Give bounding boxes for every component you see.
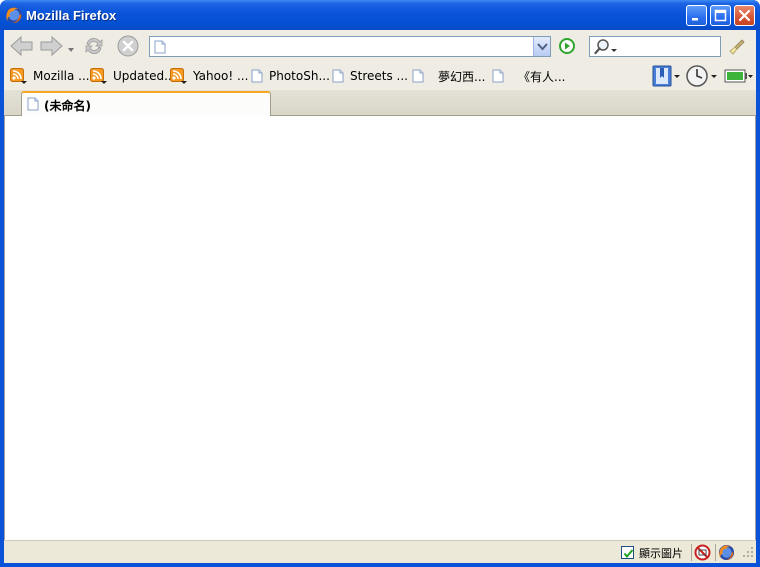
browser-window: Mozilla Firefox Mozilla ... Updated... Y… (0, 0, 760, 567)
bookmark-item[interactable]: Updated... (90, 67, 176, 85)
bookmark-item[interactable]: PhotoSh... (251, 67, 330, 85)
bookmarks-menu-icon[interactable] (652, 65, 682, 90)
rss-icon (10, 67, 27, 84)
firefox-logo-icon (5, 6, 23, 24)
chevron-down-icon[interactable] (67, 42, 75, 56)
browser-client: Mozilla ... Updated... Yahoo! ... PhotoS… (4, 30, 756, 563)
page-icon (27, 97, 39, 114)
broom-icon[interactable] (728, 38, 746, 59)
go-button[interactable] (559, 38, 575, 57)
bookmark-label: Yahoo! ... (193, 69, 249, 83)
battery-icon[interactable] (724, 65, 754, 90)
magnifier-icon[interactable] (594, 38, 618, 59)
close-button[interactable] (734, 5, 755, 26)
minimize-icon (692, 18, 698, 21)
minimize-button[interactable] (686, 5, 707, 26)
search-input[interactable] (620, 38, 718, 55)
bookmark-item[interactable]: 《有人... (492, 67, 565, 85)
maximize-button[interactable] (710, 5, 731, 26)
tab-label: (未命名) (44, 99, 91, 113)
title-bar[interactable]: Mozilla Firefox (0, 0, 760, 30)
bookmark-item[interactable]: Mozilla ... (10, 67, 90, 85)
url-dropdown-button[interactable] (533, 37, 550, 56)
status-bar: 顯示圖片 (4, 540, 756, 563)
maximize-icon (714, 9, 727, 22)
status-divider (715, 544, 716, 561)
bookmark-label: 《有人... (518, 69, 566, 84)
bookmark-item[interactable]: Streets ... (332, 67, 408, 85)
show-images-label: 顯示圖片 (639, 547, 683, 560)
bookmark-item[interactable]: Yahoo! ... (170, 67, 248, 85)
firefox-logo-icon[interactable] (718, 544, 735, 564)
page-icon (251, 69, 263, 83)
checkmark-icon (623, 549, 634, 559)
bookmark-label: Streets ... (350, 69, 408, 83)
close-icon (738, 9, 751, 22)
rss-icon (170, 67, 187, 84)
bookmarks-toolbar: Mozilla ... Updated... Yahoo! ... PhotoS… (4, 62, 756, 90)
reload-icon[interactable] (82, 34, 106, 61)
window-title: Mozilla Firefox (26, 8, 117, 23)
bookmark-label: Mozilla ... (33, 69, 90, 83)
popup-blocked-icon[interactable] (694, 544, 711, 564)
page-content[interactable] (4, 116, 756, 540)
back-arrow-icon[interactable] (9, 34, 35, 61)
bookmark-label: 夢幻西... (438, 69, 486, 84)
bookmark-label: PhotoSh... (269, 69, 330, 83)
page-icon (154, 40, 166, 57)
clock-icon[interactable] (686, 65, 718, 90)
chevron-down-icon (537, 43, 548, 51)
status-divider (691, 544, 692, 561)
bookmark-label: Updated... (113, 69, 176, 83)
forward-arrow-icon[interactable] (38, 34, 64, 61)
navigation-toolbar (4, 30, 756, 62)
search-bar[interactable] (589, 36, 721, 57)
stop-icon[interactable] (116, 34, 140, 61)
page-icon (492, 69, 504, 83)
page-icon (332, 69, 344, 83)
bookmark-item[interactable]: 夢幻西... (412, 67, 485, 85)
address-bar[interactable] (149, 36, 551, 57)
go-icon (559, 38, 575, 54)
resize-grip-icon[interactable] (742, 546, 754, 561)
tab-untitled[interactable]: (未命名) (21, 91, 271, 116)
page-icon (412, 69, 424, 83)
tab-strip: (未命名) (4, 90, 756, 116)
rss-icon (90, 67, 107, 84)
show-images-checkbox[interactable] (621, 546, 634, 559)
url-input[interactable] (172, 38, 532, 55)
